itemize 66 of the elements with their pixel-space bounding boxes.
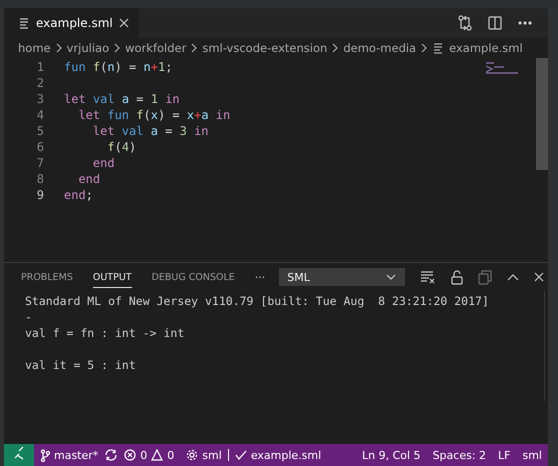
line-number: 4 [36, 108, 44, 122]
editor-tab[interactable]: example.sml [4, 8, 139, 38]
close-icon[interactable] [118, 18, 129, 28]
warning-icon [151, 449, 164, 461]
copy-icon[interactable] [478, 270, 492, 284]
output-line: - [25, 310, 33, 326]
chevron-up-icon[interactable] [507, 273, 520, 281]
file-icon [432, 41, 444, 55]
line-number: 8 [36, 172, 44, 186]
branch-icon [40, 448, 50, 462]
code-line: f(4) [106, 140, 136, 154]
output-line: val f = fn : int -> int [25, 326, 186, 342]
code-line: fun f(n) = n+1; [64, 60, 172, 74]
language-status[interactable]: sml [180, 448, 228, 462]
chevron-right-icon [421, 43, 428, 53]
gear-icon [186, 449, 198, 461]
more-tabs-button[interactable]: ··· [254, 270, 266, 284]
breadcrumb-item[interactable]: home [18, 41, 51, 55]
chevron-down-icon [386, 274, 396, 280]
cursor-position[interactable]: Ln 9, Col 5 [356, 448, 427, 462]
line-number: 1 [36, 60, 44, 74]
output-line: Standard ML of New Jersey v110.79 [built: Tue Aug 8 23:21:20 2017] [25, 294, 490, 310]
code-line: let val a = 3 in [92, 124, 209, 138]
breadcrumb-item[interactable]: example.sml [449, 41, 523, 55]
line-number: 5 [36, 124, 44, 138]
problems-status[interactable]: 0 0 [118, 448, 180, 462]
sync-icon[interactable] [104, 449, 118, 461]
code-line: end [92, 156, 115, 170]
code-line: let fun f(x) = x+a in [77, 108, 230, 122]
panel-tab[interactable]: PROBLEMS [21, 266, 73, 288]
breadcrumb-item[interactable]: demo-media [343, 41, 416, 55]
code-line: end; [64, 188, 93, 202]
split-editor-icon[interactable] [488, 16, 502, 30]
line-number: 6 [36, 140, 44, 154]
chevron-right-icon [114, 43, 120, 53]
error-icon [124, 449, 136, 461]
breadcrumb-item[interactable]: vrjuliao [66, 41, 110, 55]
minimap-drawing [484, 60, 518, 74]
code-line: let val a = 1 in [64, 92, 180, 106]
code-line: end [77, 172, 100, 186]
language-mode[interactable]: sml [516, 448, 548, 462]
panel-tab[interactable]: DEBUG CONSOLE [152, 266, 235, 288]
file-status[interactable]: example.sml [228, 448, 328, 462]
chevron-right-icon [332, 43, 338, 53]
line-ending-status[interactable]: LF [492, 448, 516, 462]
lock-icon[interactable] [451, 270, 464, 284]
chevron-right-icon [56, 43, 62, 53]
close-icon[interactable] [534, 272, 544, 282]
breadcrumb-item[interactable]: sml-vscode-extension [202, 41, 328, 55]
line-number: 2 [36, 76, 44, 90]
panel-tab[interactable]: OUTPUT [92, 266, 132, 288]
check-icon [234, 450, 247, 460]
output-channel-dropdown[interactable]: SML [279, 268, 406, 286]
scrollbar-thumb[interactable] [536, 58, 548, 170]
line-number: 3 [36, 92, 44, 106]
indentation-status[interactable]: Spaces: 2 [426, 448, 492, 462]
compare-changes-icon[interactable] [458, 15, 472, 31]
breadcrumb-item[interactable]: workfolder [125, 41, 186, 55]
more-actions-icon[interactable] [518, 21, 532, 25]
output-line: val it = 5 : int [25, 357, 137, 374]
line-number: 9 [36, 188, 44, 202]
file-icon [18, 16, 30, 30]
chevron-right-icon [191, 43, 198, 53]
branch-status[interactable]: master* [34, 448, 104, 462]
line-number: 7 [36, 156, 44, 170]
clear-output-icon[interactable] [420, 270, 436, 284]
